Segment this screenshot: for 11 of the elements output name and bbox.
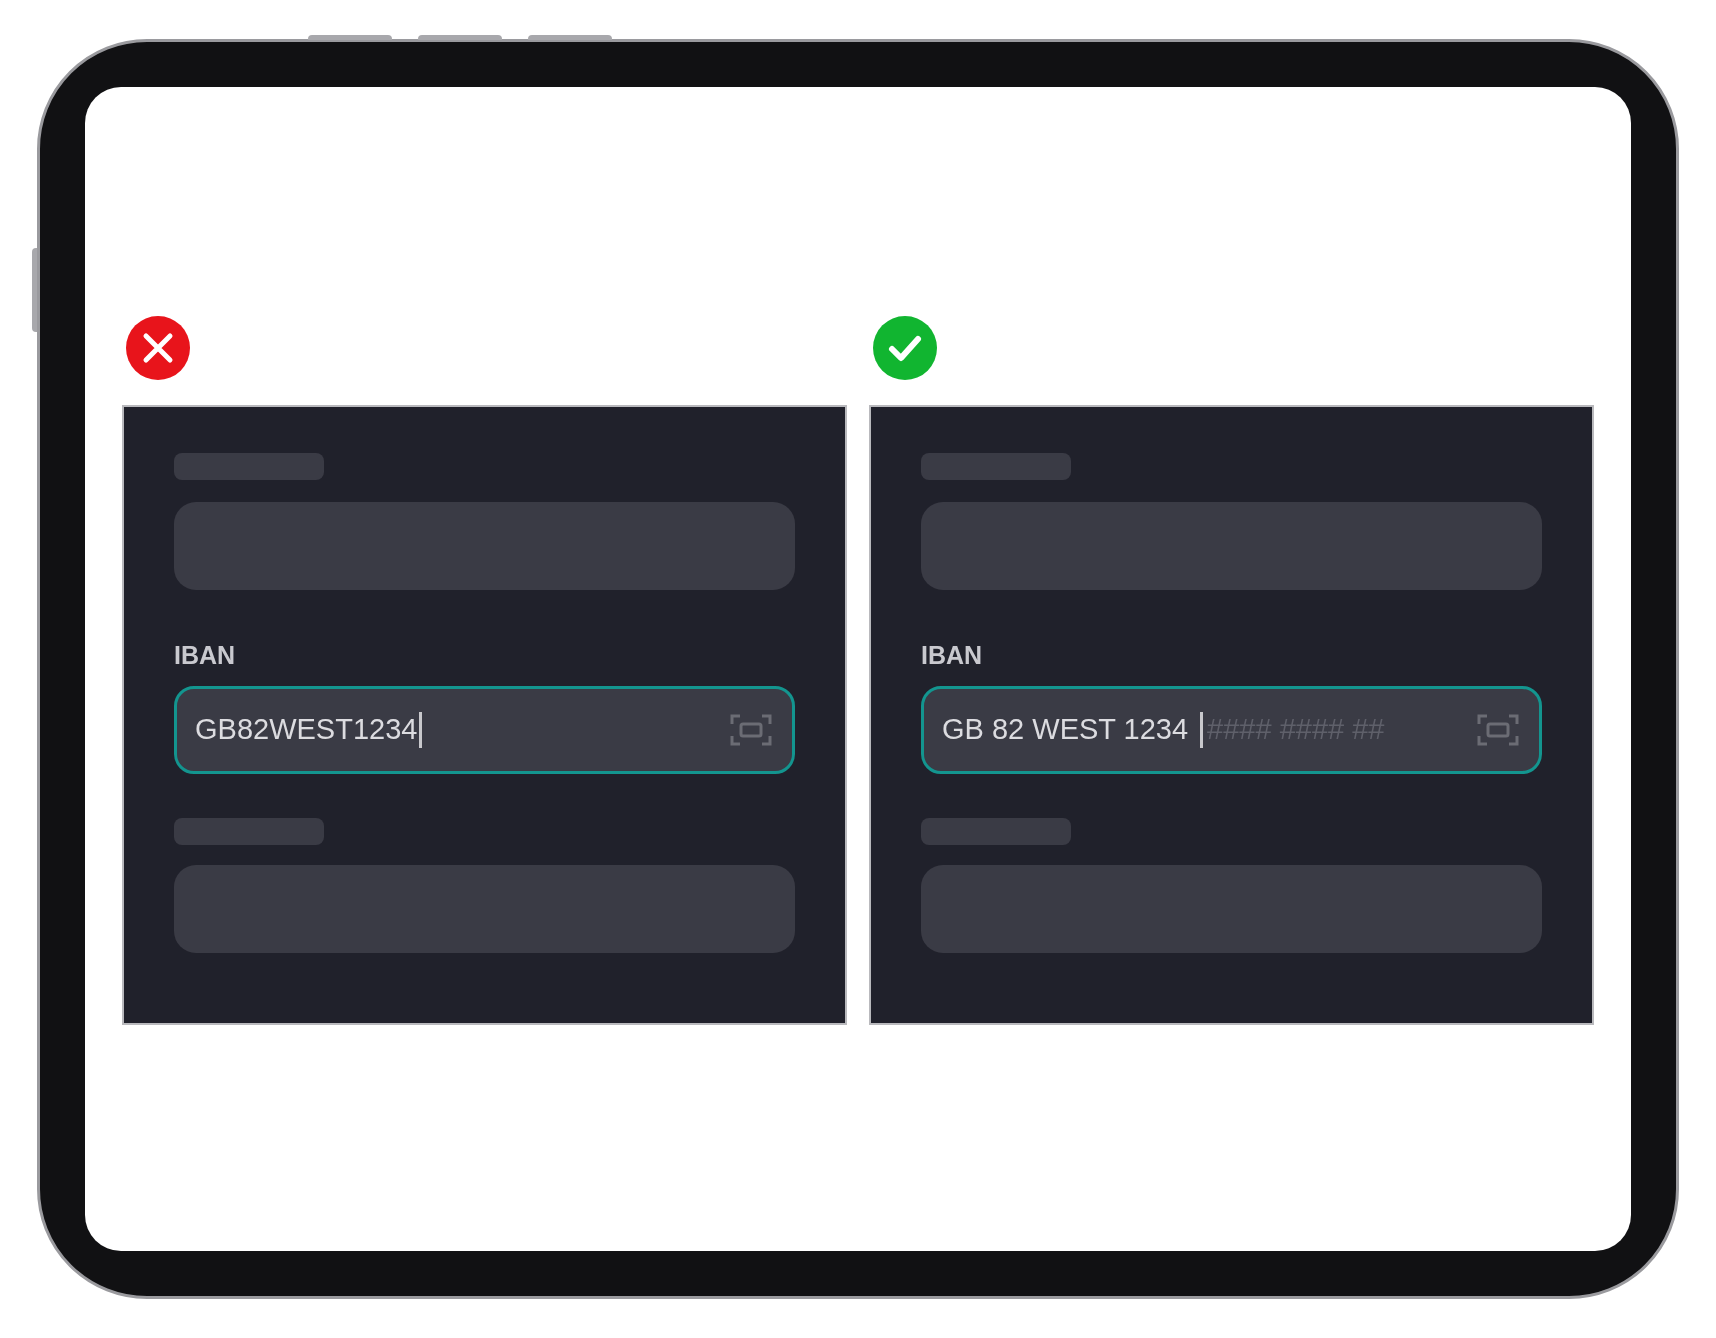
scan-icon[interactable] [730, 714, 772, 746]
field-value: GB82WEST1234 [195, 712, 418, 748]
text-cursor [1200, 712, 1204, 748]
scan-icon[interactable] [1477, 714, 1519, 746]
field-label: IBAN [921, 643, 983, 668]
field-value: GB 82 WEST 1234 [942, 712, 1189, 748]
text-cursor [419, 712, 423, 748]
iban-field[interactable]: GB82WEST1234 [174, 686, 795, 774]
iban-field[interactable]: GB 82 WEST 1234 #### #### ## [921, 686, 1542, 774]
field-label: IBAN [174, 643, 236, 668]
format-mask: #### #### ## [1207, 712, 1385, 748]
